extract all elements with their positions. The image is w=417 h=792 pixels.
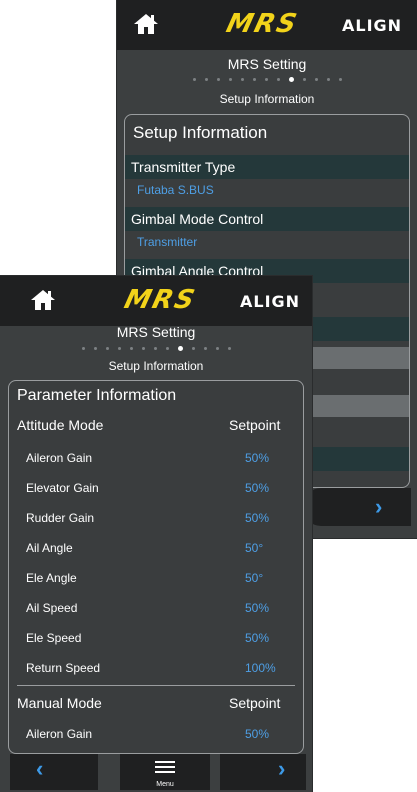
parameter-panel: Parameter Information Attitude Mode Setp… — [8, 380, 304, 754]
param-row[interactable]: Return Speed 100% — [9, 657, 303, 681]
chevron-right-icon: › — [375, 494, 383, 519]
chevron-left-icon: ‹ — [36, 756, 44, 781]
page-dot — [276, 78, 280, 81]
home-icon[interactable] — [30, 288, 56, 312]
page-dot — [93, 347, 97, 350]
param-value: 50° — [245, 571, 264, 585]
page-dot — [216, 78, 220, 81]
page-dot — [141, 347, 145, 350]
param-value: 50% — [245, 727, 270, 741]
panel-title: Parameter Information — [17, 387, 177, 404]
page-subtitle: Setup Information — [219, 92, 315, 106]
page-dot — [302, 78, 306, 81]
next-button[interactable]: › — [303, 488, 411, 526]
next-button[interactable]: › — [220, 754, 306, 790]
page-dot — [165, 347, 169, 350]
param-value: 50% — [245, 481, 270, 495]
front-screen: MRS ALIGN MRS Setting Setup Information … — [0, 276, 312, 792]
mrs-logo: MRS — [223, 9, 302, 39]
param-row[interactable]: Ail Angle 50° — [9, 537, 303, 561]
param-value: 50% — [245, 601, 270, 615]
align-logo: ALIGN — [342, 16, 403, 35]
page-title: MRS Setting — [227, 56, 307, 72]
page-dot — [191, 347, 195, 350]
page-dot — [81, 347, 85, 350]
top-bar: MRS ALIGN — [117, 0, 417, 50]
page-dot — [338, 78, 342, 81]
page-dot — [203, 347, 207, 350]
gimbal-mode-value: Transmitter — [137, 235, 198, 249]
param-row[interactable]: Ele Speed 50% — [9, 627, 303, 651]
param-row[interactable]: Aileron Gain 50% — [9, 447, 303, 471]
page-dot-active — [177, 346, 183, 351]
page-dot — [204, 78, 208, 81]
chevron-right-icon: › — [278, 756, 286, 781]
page-indicator — [117, 77, 417, 82]
attitude-mode-header: Attitude Mode Setpoint — [9, 415, 303, 439]
page-title: MRS Setting — [116, 324, 196, 340]
page-dot — [228, 78, 232, 81]
gimbal-mode-row[interactable]: Gimbal Mode Control — [125, 207, 409, 231]
home-icon[interactable] — [133, 12, 159, 36]
page-indicator — [0, 346, 312, 351]
param-row[interactable]: Ele Angle 50° — [9, 567, 303, 591]
transmitter-type-row[interactable]: Transmitter Type — [125, 155, 409, 179]
page-dot — [129, 347, 133, 350]
param-label: Aileron Gain — [26, 727, 93, 741]
param-label: Ail Angle — [26, 541, 73, 555]
page-dot — [117, 347, 121, 350]
param-row[interactable]: Rudder Gain 50% — [9, 507, 303, 531]
param-value: 50% — [245, 631, 270, 645]
page-dot — [240, 78, 244, 81]
param-row[interactable]: Ail Speed 50% — [9, 597, 303, 621]
attitude-mode-label: Attitude Mode — [17, 417, 104, 433]
panel-title: Setup Information — [133, 123, 268, 142]
param-value: 50% — [245, 511, 270, 525]
setpoint-column-label: Setpoint — [229, 417, 281, 433]
menu-button[interactable]: Menu — [120, 754, 210, 790]
param-label: Elevator Gain — [26, 481, 99, 495]
page-dot — [252, 78, 256, 81]
page-dot — [192, 78, 196, 81]
setpoint-column-label: Setpoint — [229, 695, 281, 711]
align-logo: ALIGN — [240, 292, 301, 311]
mrs-logo: MRS — [121, 285, 200, 315]
menu-icon — [155, 761, 175, 773]
param-value: 50% — [245, 451, 270, 465]
param-label: Ele Angle — [26, 571, 77, 585]
param-label: Aileron Gain — [26, 451, 93, 465]
transmitter-type-value: Futaba S.BUS — [137, 183, 214, 197]
param-label: Ele Speed — [26, 631, 82, 645]
page-dot — [326, 78, 330, 81]
section-divider — [17, 685, 295, 686]
param-label: Rudder Gain — [26, 511, 95, 525]
previous-button[interactable]: ‹ — [10, 754, 98, 790]
menu-label: Menu — [156, 781, 174, 788]
page-dot — [314, 78, 318, 81]
param-label: Ail Speed — [26, 601, 78, 615]
manual-mode-label: Manual Mode — [17, 695, 102, 711]
param-value: 100% — [245, 661, 276, 675]
param-value: 50° — [245, 541, 264, 555]
page-dot — [105, 347, 109, 350]
manual-mode-header: Manual Mode Setpoint — [9, 693, 303, 717]
param-label: Return Speed — [26, 661, 101, 675]
bottom-nav: ‹ Menu › — [0, 752, 312, 792]
page-dot — [227, 347, 231, 350]
page-dot — [215, 347, 219, 350]
page-subtitle: Setup Information — [108, 359, 204, 373]
page-dot — [153, 347, 157, 350]
page-dot — [264, 78, 268, 81]
param-row[interactable]: Elevator Gain 50% — [9, 477, 303, 501]
page-dot-active — [288, 77, 294, 82]
param-row[interactable]: Aileron Gain 50% — [9, 723, 303, 747]
top-bar: MRS ALIGN — [0, 276, 312, 326]
